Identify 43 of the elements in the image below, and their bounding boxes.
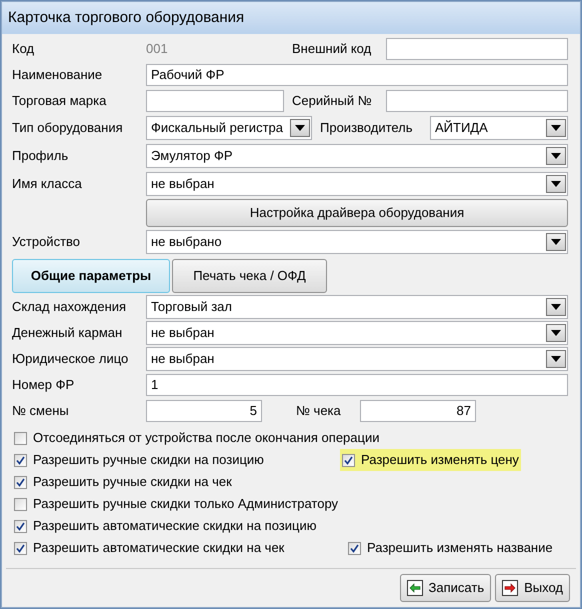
field-label: Торговая марка: [12, 92, 108, 110]
dropdown-field[interactable]: АЙТИДА: [430, 116, 568, 140]
field-label: Производитель: [320, 119, 414, 138]
tab[interactable]: Печать чека / ОФД: [172, 259, 327, 293]
field-label: Внешний код: [292, 40, 372, 58]
checkbox-label: Отсоединяться от устройства после окончания операции: [33, 429, 380, 448]
field-label: Склад нахождения: [12, 298, 128, 316]
dropdown-field[interactable]: не выбрано: [146, 230, 568, 254]
field-label: Устройство: [12, 233, 82, 252]
field-label: Номер ФР: [12, 376, 76, 394]
save-button[interactable]: Записать: [400, 574, 492, 602]
dropdown-field[interactable]: не выбран: [146, 172, 568, 196]
dropdown-field[interactable]: Фискальный регистра: [146, 116, 312, 140]
checkbox-label: Разрешить изменять название: [367, 539, 553, 558]
code-value: 001: [146, 40, 169, 58]
checkbox-label: Разрешить автоматические скидки на чек: [33, 539, 284, 558]
field-label: Наименование: [12, 66, 104, 84]
dropdown-field[interactable]: Эмулятор ФР: [146, 144, 568, 168]
text-field[interactable]: Рабочий ФР: [146, 64, 568, 86]
field-label: № чека: [296, 402, 342, 420]
dropdown-field[interactable]: не выбран: [146, 321, 568, 345]
dropdown-field[interactable]: Торговый зал: [146, 295, 568, 319]
tab[interactable]: Общие параметры: [12, 259, 170, 293]
text-field[interactable]: 87: [360, 400, 476, 422]
field-label: Юридическое лицо: [12, 350, 130, 368]
field-label: Серийный №: [292, 92, 373, 110]
driver-settings-button[interactable]: Настройка драйвера оборудования: [146, 199, 568, 227]
dropdown-field[interactable]: не выбран: [146, 347, 568, 371]
exit-button[interactable]: Выход: [495, 574, 570, 602]
field-label: Имя класса: [12, 175, 83, 194]
field-label: № смены: [12, 402, 70, 420]
text-field[interactable]: 5: [146, 400, 262, 422]
field-label: Тип оборудования: [12, 119, 124, 138]
field-label: Денежный карман: [12, 324, 124, 342]
checkbox-label: Разрешить ручные скидки только Администратору: [33, 495, 338, 514]
checkbox-label: Разрешить ручные скидки на позицию: [33, 451, 264, 470]
text-field[interactable]: 1: [146, 374, 568, 396]
field-label: Профиль: [12, 147, 70, 166]
checkbox-label: Разрешить ручные скидки на чек: [33, 473, 232, 492]
checkbox-label: Разрешить автоматические скидки на позицию: [33, 517, 316, 536]
window-title-bar: Карточка торгового оборудования: [2, 2, 580, 34]
checkbox-label: Разрешить изменять цену: [361, 451, 519, 470]
field-label: Код: [12, 40, 36, 58]
